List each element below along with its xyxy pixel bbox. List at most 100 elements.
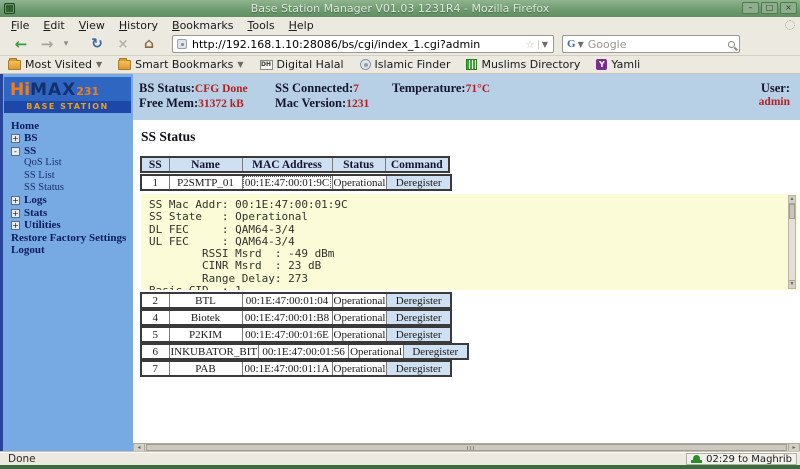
back-button[interactable]: ← [8,35,34,53]
table-row: 7 PAB 00:1E:47:00:01:1A Operational Dere… [140,360,452,377]
table-row: 6 INKUBATOR_BIT 00:1E:47:00:01:56 Operat… [140,343,469,360]
mac-address-link[interactable]: 00:1E:47:00:01:56 [259,344,349,359]
scrollbar-thumb[interactable] [146,444,787,451]
url-input[interactable]: http://192.168.1.10:28086/bs/cgi/index_1… [192,38,525,51]
deregister-button[interactable]: Deregister [387,293,451,308]
navigation-toolbar: ← → ▾ ↻ × ⌂ http://192.168.1.10:28086/bs… [0,33,800,56]
menu-bar: File Edit View History Bookmarks Tools H… [0,17,800,33]
deregister-button[interactable]: Deregister [404,344,468,359]
yamli-y-icon: Y [596,59,607,70]
page-favicon [177,39,187,49]
bookmark-islamic-finder[interactable]: Islamic Finder [360,58,451,71]
reload-button[interactable]: ↻ [84,36,110,52]
scroll-left-icon[interactable]: ◂ [134,444,145,451]
globe-icon [360,59,371,70]
user-label: User: [761,81,790,96]
mac-address-link[interactable]: 00:1E:47:00:01:9C [242,175,332,190]
collapse-minus-icon[interactable]: - [11,147,20,156]
close-button[interactable]: × [780,2,797,14]
menu-tools[interactable]: Tools [240,19,281,32]
window-bottom-edge [0,465,800,469]
bookmark-most-visited[interactable]: Most Visited ▼ [8,58,102,71]
horizontal-scrollbar[interactable]: ◂ ▸ [133,443,800,452]
menu-history[interactable]: History [112,19,165,32]
sidebar-item-ss-list[interactable]: SS List [3,170,133,182]
ss-connected-field: SS Connected:7 [275,81,359,96]
menu-help[interactable]: Help [282,19,321,32]
sidebar-item-bs[interactable]: +BS [3,132,133,144]
himax-logo: HiMAX231 BASE STATION [4,77,131,113]
sidebar-item-stats[interactable]: +Stats [3,207,133,219]
mac-address-link[interactable]: 00:1E:47:00:01:1A [242,361,332,376]
col-command: Command [385,157,449,172]
menu-edit[interactable]: Edit [36,19,71,32]
forward-button[interactable]: → [34,35,60,53]
url-bar[interactable]: http://192.168.1.10:28086/bs/cgi/index_1… [172,35,554,53]
sidebar-item-qos-list[interactable]: QoS List [3,157,133,169]
sidebar-item-utilities[interactable]: +Utilities [3,219,133,231]
user-value: admin [759,96,790,108]
sidebar-item-restore-factory-settings[interactable]: Restore Factory Settings [3,232,133,244]
maximize-button[interactable]: □ [761,2,778,14]
menu-file[interactable]: File [4,19,36,32]
sidebar-item-home[interactable]: Home [3,120,133,132]
temperature-field: Temperature:71°C [392,81,490,96]
deregister-button[interactable]: Deregister [387,361,451,376]
scroll-right-icon[interactable]: ▸ [788,444,799,451]
bs-status-field: BS Status:CFG Done [139,81,248,96]
search-bar[interactable]: G ▼ Google [562,35,740,53]
bookmark-smart-bookmarks[interactable]: Smart Bookmarks ▼ [118,58,243,71]
history-dropdown-icon[interactable]: ▾ [60,39,72,49]
bookmarks-toolbar: Most Visited ▼ Smart Bookmarks ▼ DH Digi… [0,56,800,74]
col-status: Status [332,157,385,172]
expand-plus-icon[interactable]: + [11,196,20,205]
status-bar: Done 02:29 to Maghrib [0,452,800,465]
url-dropdown-icon[interactable]: ▼ [538,40,551,49]
menu-view[interactable]: View [72,19,112,32]
col-ss: SS [141,157,169,172]
mac-address-link[interactable]: 00:1E:47:00:01:6E [242,327,332,342]
dh-monogram-icon: DH [260,60,273,70]
scrollbar-thumb[interactable] [789,204,795,219]
search-engine-icon: G [567,38,576,50]
bookmark-muslims-directory[interactable]: Muslims Directory [466,58,580,71]
prayer-countdown: 02:29 to Maghrib [706,454,792,465]
sidebar-item-ss-status[interactable]: SS Status [3,182,133,194]
deregister-button[interactable]: Deregister [387,175,451,190]
minimize-button[interactable]: – [742,2,759,14]
deregister-button[interactable]: Deregister [387,327,451,342]
scroll-down-icon[interactable]: ▼ [789,280,795,288]
sidebar-item-logout[interactable]: Logout [3,244,133,256]
menu-bookmarks[interactable]: Bookmarks [165,19,240,32]
home-button[interactable]: ⌂ [136,36,162,52]
bookmark-star-icon[interactable]: ☆ [525,38,535,51]
table-row: 1 P2SMTP_01 00:1E:47:00:01:9C Operationa… [140,174,452,191]
sidebar-nav: Home +BS -SS QoS List SS List SS Status … [3,120,133,256]
page-title: SS Status [141,129,195,145]
sidebar-item-ss[interactable]: -SS [3,145,133,157]
search-input[interactable]: Google [588,38,728,51]
bookmark-yamli[interactable]: Y Yamli [596,58,640,71]
scrollbar-grip [467,446,474,450]
deregister-button[interactable]: Deregister [387,310,451,325]
ss-table-header: SS Name MAC Address Status Command [140,156,450,173]
expand-plus-icon[interactable]: + [11,209,20,218]
bookmark-digital-halal[interactable]: DH Digital Halal [260,58,344,71]
expand-plus-icon[interactable]: + [11,221,20,230]
stop-button[interactable]: × [110,37,136,52]
chevron-down-icon: ▼ [96,60,102,69]
sidebar-item-logs[interactable]: +Logs [3,194,133,206]
search-engine-dropdown-icon[interactable]: ▼ [578,40,584,49]
prayer-times-panel[interactable]: 02:29 to Maghrib [686,453,797,465]
table-row: 4 Biotek 00:1E:47:00:01:B8 Operational D… [140,309,452,326]
status-header-band: BS Status:CFG Done SS Connected:7 Temper… [133,74,800,120]
ss-detail-box[interactable]: SS Mac Addr: 00:1E:47:00:01:9C SS State … [141,194,797,290]
mac-address-link[interactable]: 00:1E:47:00:01:04 [242,293,332,308]
expand-plus-icon[interactable]: + [11,134,20,143]
detail-vertical-scrollbar[interactable]: ▲ ▼ [788,195,796,289]
mac-address-link[interactable]: 00:1E:47:00:01:B8 [242,310,332,325]
search-icon[interactable] [728,41,735,48]
scroll-up-icon[interactable]: ▲ [789,196,795,204]
window-title: Base Station Manager V01.03 1231R4 - Moz… [0,2,800,15]
page-content: HiMAX231 BASE STATION Home +BS -SS QoS L… [0,74,800,452]
